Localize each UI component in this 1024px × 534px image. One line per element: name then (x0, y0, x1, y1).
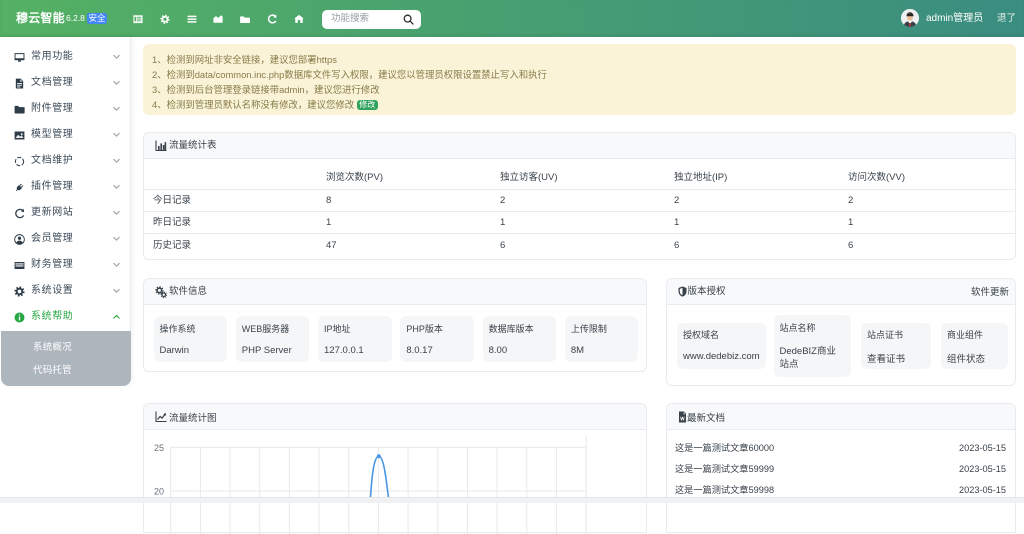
svg-text:20: 20 (154, 486, 164, 496)
svg-text:25: 25 (154, 443, 164, 453)
